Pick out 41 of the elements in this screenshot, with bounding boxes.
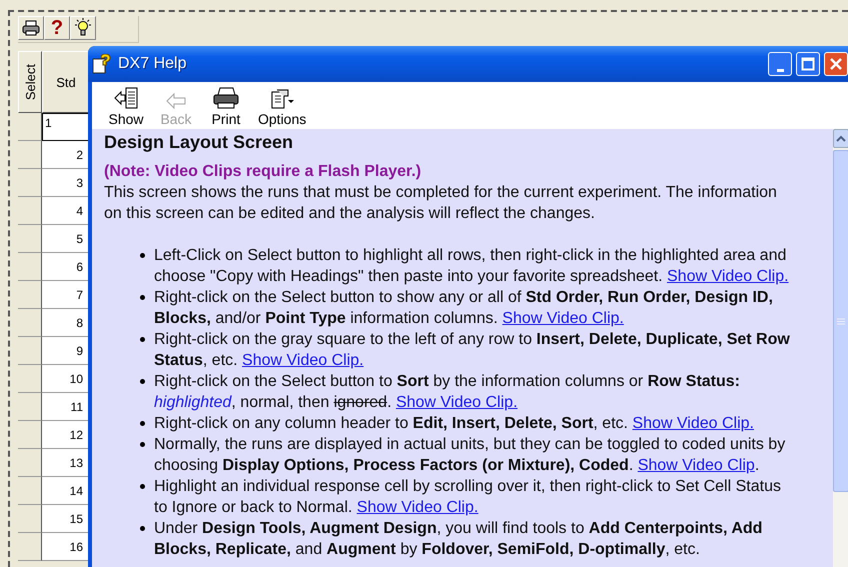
video-link[interactable]: Show Video Clip. (396, 394, 518, 411)
toolbar-button[interactable]: Options (258, 87, 306, 127)
video-link[interactable]: Show Video Clip. (242, 352, 364, 369)
toolbar-button[interactable]: Print (208, 87, 244, 127)
table-cell: 11 (42, 393, 90, 421)
table-cell: 14 (42, 477, 90, 505)
table-cell: 15 (42, 505, 90, 533)
video-link[interactable]: Show Video Clip. (356, 499, 478, 516)
column-header[interactable]: Select (18, 51, 42, 113)
help-bullet: Right-click on the gray square to the left of any row to Insert, Delete, Duplicate, Set Row Status, etc. Show Video Clip. (154, 330, 791, 371)
help-bullet: Right-click on the Select button to Sort by the information columns or Row Status: highlighted, normal, then ignored. Show Video Clip. (154, 372, 742, 413)
video-link[interactable]: Show Video Clip. (502, 310, 624, 327)
table-cell: 16 (42, 533, 90, 561)
window-title: DX7 Help (118, 55, 186, 73)
help-bullet: Left-Click on Select button to highlight all rows, then right-click in the highlighted area and choose "Copy with Headings" then paste into your favorite spreadsheet. Show Video Clip. (154, 246, 790, 287)
table-cell: 1 (42, 113, 90, 141)
table-cell: 12 (42, 421, 90, 449)
video-link[interactable]: Show Video Clip. (632, 415, 754, 432)
intro-paragraph: This screen shows the runs that must be completed for the current experiment. The information on this screen can be edited and the analysis will reflect the changes. (104, 183, 778, 224)
help-bullet: Right-click on the Select button to show any or all of Std Order, Run Order, Design ID, Blocks, and/or Point Type information columns. Show Video Clip. (154, 288, 774, 329)
video-link[interactable]: Show Video Clip (638, 457, 755, 474)
help-button[interactable]: ? (44, 16, 70, 40)
table-cell: 5 (42, 225, 90, 253)
help-bullet: Right-click on any column header to Edit, Insert, Delete, Sort, etc. Show Video Clip. (154, 414, 755, 434)
help-bullet: Normally, the runs are displayed in actual units, but they can be toggled to coded units by choosing Display Options, Process Factors (or Mixture), Coded. Show Video Clip. (154, 435, 786, 476)
page-heading: Design Layout Screen (104, 131, 294, 153)
help-bullet: Under Design Tools, Augment Design, you will find tools to Add Centerpoints, Add Blocks, Replicate, and Augment by Foldover, SemiFold, D-optimally, etc. (154, 519, 764, 560)
table-cell: 3 (42, 169, 90, 197)
help-bullet: Highlight an individual response cell by scrolling over it, then right-click to Set Cell Status to Ignore or back to Normal. Show Video Clip. (154, 477, 782, 518)
table-cell: 9 (42, 337, 90, 365)
video-link[interactable]: Show Video Clip. (667, 268, 789, 285)
table-cell: 8 (42, 309, 90, 337)
table-cell: 7 (42, 281, 90, 309)
column-header[interactable]: Std (42, 51, 90, 113)
table-cell: 10 (42, 365, 90, 393)
table-cell: 2 (42, 141, 90, 169)
toolbar-button[interactable]: Show (108, 87, 144, 127)
table-cell: 4 (42, 197, 90, 225)
table-cell: 6 (42, 253, 90, 281)
note-text: (Note: Video Clips require a Flash Player.) (104, 162, 422, 182)
table-cell: 13 (42, 449, 90, 477)
